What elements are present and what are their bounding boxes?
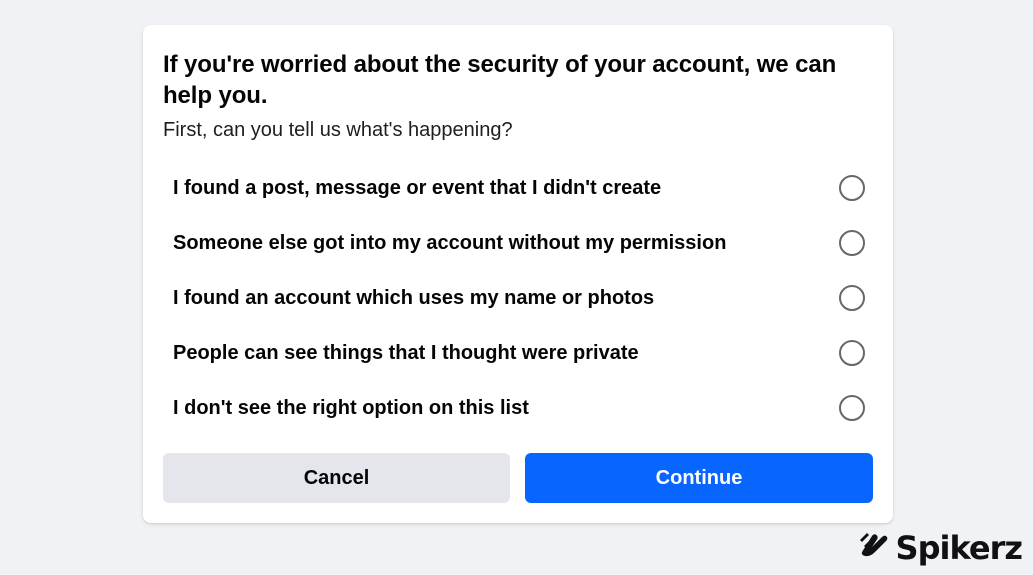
spikerz-watermark: Spikerz [858,528,1023,567]
security-help-dialog: If you're worried about the security of … [143,25,893,523]
radio-button[interactable] [839,284,865,311]
hand-wave-logo-icon [858,528,892,567]
watermark-text: Spikerz [895,528,1023,567]
cancel-button[interactable]: Cancel [163,453,510,503]
dialog-actions: Cancel Continue [163,453,873,503]
radio-button[interactable] [839,229,865,256]
option-label: I don't see the right option on this lis… [173,396,529,419]
option-account-accessed[interactable]: Someone else got into my account without… [163,215,873,270]
options-list: I found a post, message or event that I … [163,160,873,435]
radio-button[interactable] [839,339,865,366]
continue-button[interactable]: Continue [525,453,873,503]
option-impersonation[interactable]: I found an account which uses my name or… [163,270,873,325]
option-label: Someone else got into my account without… [173,231,727,254]
dialog-title: If you're worried about the security of … [163,51,837,109]
option-privacy[interactable]: People can see things that I thought wer… [163,325,873,380]
option-label: I found a post, message or event that I … [173,176,662,199]
page: If you're worried about the security of … [0,0,1033,575]
option-label: People can see things that I thought wer… [173,341,639,364]
dialog-subtitle: First, can you tell us what's happening? [163,119,513,141]
radio-button[interactable] [839,174,865,201]
option-post-message-event[interactable]: I found a post, message or event that I … [163,160,873,215]
option-other[interactable]: I don't see the right option on this lis… [163,380,873,435]
option-label: I found an account which uses my name or… [173,286,655,309]
radio-button[interactable] [839,394,865,421]
